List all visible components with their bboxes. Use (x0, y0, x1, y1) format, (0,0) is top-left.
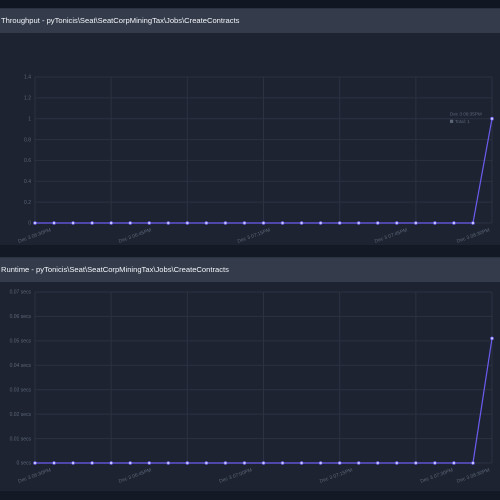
top-strip (0, 0, 500, 8)
data-point (414, 461, 418, 465)
data-point (318, 461, 323, 465)
data-point (318, 221, 323, 225)
y-tick-label: 0.03 secs (10, 387, 32, 393)
data-point (147, 461, 152, 465)
data-point (242, 461, 247, 465)
panel-title: Runtime - pyTonicis\Seat\SeatCorpMiningT… (0, 258, 500, 282)
runtime-chart[interactable]: 0 secs 0.01 secs 0.02 secs 0.03 secs 0.04 se… (0, 282, 500, 492)
x-tick-label: Dec 3 06:45PM (118, 227, 152, 244)
y-tick-label: 0.2 (24, 200, 31, 206)
y-tick-label: 1.2 (24, 96, 31, 102)
data-point (356, 221, 361, 225)
legend-date: Dec 3 08:35PM (450, 112, 482, 117)
data-point (299, 461, 304, 465)
panel-title: Throughput - pyTonicis\Seat\SeatCorpMini… (0, 9, 500, 33)
data-point (337, 221, 342, 225)
data-point (242, 221, 247, 225)
x-tick-label: Dec 3 07:15PM (319, 467, 353, 484)
y-tick-label: 1.4 (24, 75, 31, 81)
data-point (261, 221, 266, 225)
y-tick-label: 0.06 secs (10, 314, 32, 320)
x-tick-label: Dec 3 08:30PM (456, 227, 490, 244)
data-point (185, 461, 190, 465)
x-tick-label: Dec 3 07:30PM (420, 467, 454, 484)
data-point (204, 461, 209, 465)
data-point (299, 221, 304, 225)
data-point (109, 221, 113, 225)
data-point (109, 461, 113, 465)
data-point (52, 461, 56, 465)
data-point (223, 461, 228, 465)
data-point (471, 221, 475, 225)
y-tick-label: 0.01 secs (10, 436, 32, 442)
data-point (394, 221, 399, 225)
y-tick-label: 0 secs (17, 461, 32, 467)
data-point (356, 461, 361, 465)
data-point (394, 461, 399, 465)
data-point (414, 221, 418, 225)
y-tick-label: 0.8 (24, 137, 31, 143)
data-point (280, 221, 285, 225)
x-tick-label: Dec 3 08:30PM (456, 467, 490, 484)
data-point (71, 221, 75, 225)
y-tick-label: 0.6 (24, 158, 31, 164)
data-point (490, 336, 494, 341)
data-point (71, 461, 75, 465)
data-point (33, 461, 37, 465)
x-tick-label: Dec 3 07:00PM (219, 467, 253, 484)
y-tick-label: 0 (28, 221, 31, 227)
data-point (375, 221, 380, 225)
y-tick-label: 0.04 secs (10, 363, 32, 369)
legend-swatch (450, 119, 454, 123)
panel-gap (0, 245, 500, 257)
data-point (166, 221, 171, 225)
x-tick-label: Dec 3 06:30PM (17, 227, 51, 244)
data-point (280, 461, 285, 465)
data-point (90, 221, 94, 225)
data-point (185, 221, 190, 225)
data-point (433, 221, 437, 225)
data-point (452, 461, 456, 465)
x-tick-label: Dec 3 07:15PM (237, 227, 271, 244)
data-point (433, 461, 437, 465)
legend-text: Total: 1 (455, 119, 470, 124)
bottom-strip (0, 491, 500, 500)
data-point (52, 221, 56, 225)
data-point (452, 221, 456, 225)
data-point (147, 221, 152, 225)
x-tick-label: Dec 3 07:45PM (374, 227, 408, 244)
data-point (128, 221, 133, 225)
runtime-panel: Runtime - pyTonicis\Seat\SeatCorpMiningT… (0, 257, 500, 492)
data-point (166, 461, 171, 465)
data-point (128, 461, 133, 465)
y-tick-label: 0.02 secs (10, 412, 32, 418)
data-point (375, 461, 380, 465)
data-point (261, 461, 266, 465)
data-point (223, 221, 228, 225)
data-point (90, 461, 94, 465)
throughput-panel: Throughput - pyTonicis\Seat\SeatCorpMini… (0, 8, 500, 246)
data-point (490, 116, 494, 121)
throughput-chart[interactable]: 0 0.2 0.4 0.6 0.8 1 1.2 1.4 Dec 3 06:30PM Dec 3 0… (0, 33, 500, 245)
x-tick-label: Dec 3 06:30PM (17, 467, 51, 484)
x-tick-label: Dec 3 06:45PM (118, 467, 152, 484)
data-point (33, 221, 37, 225)
y-tick-label: 0.4 (24, 179, 31, 185)
data-point (204, 221, 209, 225)
y-tick-label: 0.07 secs (10, 290, 32, 296)
y-tick-label: 0.05 secs (10, 339, 32, 345)
data-point (337, 461, 342, 465)
y-tick-label: 1 (28, 116, 31, 122)
data-point (471, 461, 475, 465)
